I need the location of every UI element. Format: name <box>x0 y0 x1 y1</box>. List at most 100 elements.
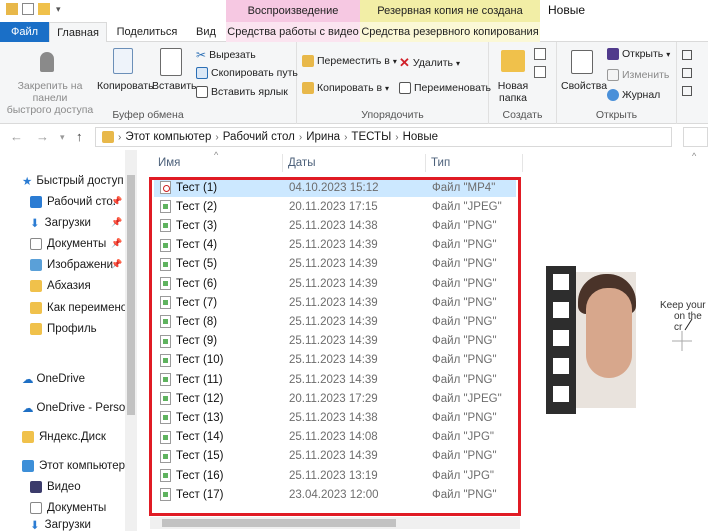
download-icon: ⬇ <box>30 218 40 230</box>
column-name[interactable]: Имя <box>158 157 180 169</box>
quick-access-menu-icon[interactable]: ▾ <box>56 4 61 15</box>
open-button[interactable]: Открыть ▾ <box>607 48 670 60</box>
new-item-icon[interactable] <box>534 48 546 60</box>
nav-scrollbar-thumb[interactable] <box>127 175 135 415</box>
back-arrow-icon[interactable]: ← <box>10 129 23 144</box>
nav-label: Изображени <box>47 259 114 271</box>
tab-share[interactable]: Поделиться <box>108 22 186 42</box>
cloud-icon: ☁ <box>22 374 34 386</box>
breadcrumb-new[interactable]: Новые <box>403 131 438 143</box>
horizontal-scrollbar-thumb[interactable] <box>162 519 396 527</box>
rename-button[interactable]: Переименовать <box>399 82 491 94</box>
delete-button[interactable]: ✕ Удалить ▾ <box>399 55 460 71</box>
chevron-right-icon: › <box>395 131 399 143</box>
edit-label: Изменить <box>622 69 670 81</box>
desktop-icon <box>30 196 42 208</box>
filmstrip <box>546 266 576 414</box>
easy-access-icon[interactable] <box>534 66 546 78</box>
copy-to-button[interactable]: Копировать в ▾ <box>302 82 389 94</box>
move-to-icon <box>302 55 314 67</box>
delete-dropdown-icon: ▾ <box>456 58 461 68</box>
column-type[interactable]: Тип <box>431 157 450 169</box>
group-open: Свойства Открыть ▾ Изменить Журнал Откры… <box>557 42 677 124</box>
new-folder-quick-icon[interactable] <box>38 3 50 15</box>
column-divider[interactable] <box>282 154 283 172</box>
address-bar[interactable]: › Этот компьютер › Рабочий стол › Ирина … <box>95 127 672 147</box>
open-label: Открыть <box>622 48 664 60</box>
star-icon: ★ <box>22 176 33 188</box>
copy-to-dropdown-icon: ▾ <box>385 83 390 93</box>
pin-icon: 📌 <box>111 196 123 206</box>
forward-arrow-icon[interactable]: → <box>36 129 49 144</box>
nav-label: Профиль <box>47 323 97 335</box>
group-create: Новая папка Создать <box>489 42 557 124</box>
new-folder-label-line2: папка <box>499 92 527 104</box>
cut-button[interactable]: ✂ Вырезать <box>196 48 256 62</box>
pin-icon: 📌 <box>111 238 123 248</box>
nav-label: Загрузки <box>44 217 91 229</box>
select-none-icon[interactable] <box>682 68 692 78</box>
nav-label: Яндекс.Диск <box>39 431 106 443</box>
ribbon: Закрепить на панели быстрого доступа Коп… <box>0 42 708 124</box>
up-arrow-icon[interactable]: ↑ <box>76 129 83 144</box>
tab-view[interactable]: Вид <box>186 22 226 42</box>
select-all-icon[interactable] <box>682 50 692 60</box>
column-divider[interactable] <box>425 154 426 172</box>
tab-home[interactable]: Главная <box>49 22 107 43</box>
cloud-icon: ☁ <box>22 403 34 415</box>
pictures-icon <box>30 259 42 271</box>
pin-icon <box>40 52 54 72</box>
address-folder-icon <box>102 131 114 143</box>
properties-quick-icon[interactable] <box>22 3 34 15</box>
pin-label-line1: Закрепить на панели <box>17 80 83 104</box>
edit-button[interactable]: Изменить <box>607 69 669 81</box>
copy-path-button[interactable]: Скопировать путь <box>196 67 298 79</box>
computer-icon <box>22 460 34 472</box>
copy-path-icon <box>196 67 208 79</box>
tab-backup-tools[interactable]: Средства резервного копирования <box>360 22 540 42</box>
context-header-backup: Резервная копия не создана <box>360 0 540 22</box>
highlight-box <box>149 177 521 516</box>
paste-shortcut-button[interactable]: Вставить ярлык <box>196 86 288 98</box>
column-headers: ^ Имя Даты Тип <box>150 150 708 176</box>
tab-video-tools[interactable]: Средства работы с видео <box>226 22 360 42</box>
nav-label: Как переимено <box>47 302 128 314</box>
document-icon <box>30 502 42 514</box>
chevron-right-icon: › <box>215 131 219 143</box>
nav-label: Загрузки <box>44 519 91 531</box>
download-icon: ⬇ <box>30 520 40 531</box>
navigation-pane: ★ Быстрый доступ Рабочий сто. 📌 ⬇ Загруз… <box>0 150 138 531</box>
new-folder-icon <box>501 50 525 72</box>
history-button[interactable]: Журнал <box>607 89 660 101</box>
column-divider[interactable] <box>522 154 523 172</box>
yandex-disk-icon <box>22 431 34 443</box>
create-group-label: Создать <box>502 109 543 121</box>
breadcrumb-desktop[interactable]: Рабочий стол <box>223 131 295 143</box>
recent-dropdown-icon[interactable]: ▾ <box>60 132 65 143</box>
invert-selection-icon[interactable] <box>682 86 692 96</box>
search-input[interactable] <box>683 127 708 147</box>
scissors-icon: ✂ <box>196 48 207 62</box>
organize-group-label: Упорядочить <box>361 109 424 121</box>
breadcrumb-irina[interactable]: Ирина <box>306 131 340 143</box>
rename-icon <box>399 82 411 94</box>
move-to-button[interactable]: Переместить в ▾ <box>302 55 397 67</box>
rename-label: Переименовать <box>414 82 491 94</box>
copy-path-label: Скопировать путь <box>211 67 298 79</box>
group-clipboard: Закрепить на панели быстрого доступа Коп… <box>0 42 298 124</box>
breadcrumb-this-pc[interactable]: Этот компьютер <box>125 131 211 143</box>
edit-icon <box>607 69 619 81</box>
crosshair-icon <box>672 331 692 351</box>
arrow-icon <box>684 318 693 331</box>
preview-text-line1: Keep your <box>660 300 706 311</box>
navigation-bar: ← → ▾ ↑ › Этот компьютер › Рабочий стол … <box>0 124 708 150</box>
column-date[interactable]: Даты <box>288 157 315 169</box>
nav-label: Рабочий сто. <box>47 196 116 208</box>
clipboard-group-label: Буфер обмена <box>112 109 184 121</box>
breadcrumb-tests[interactable]: ТЕСТЫ <box>351 131 391 143</box>
new-folder-label-line1: Новая <box>497 80 529 92</box>
paste-label: Вставить <box>152 80 197 92</box>
nav-label: Абхазия <box>47 280 91 292</box>
scroll-up-icon[interactable]: ^ <box>692 151 696 161</box>
tab-file[interactable]: Файл <box>0 22 49 42</box>
